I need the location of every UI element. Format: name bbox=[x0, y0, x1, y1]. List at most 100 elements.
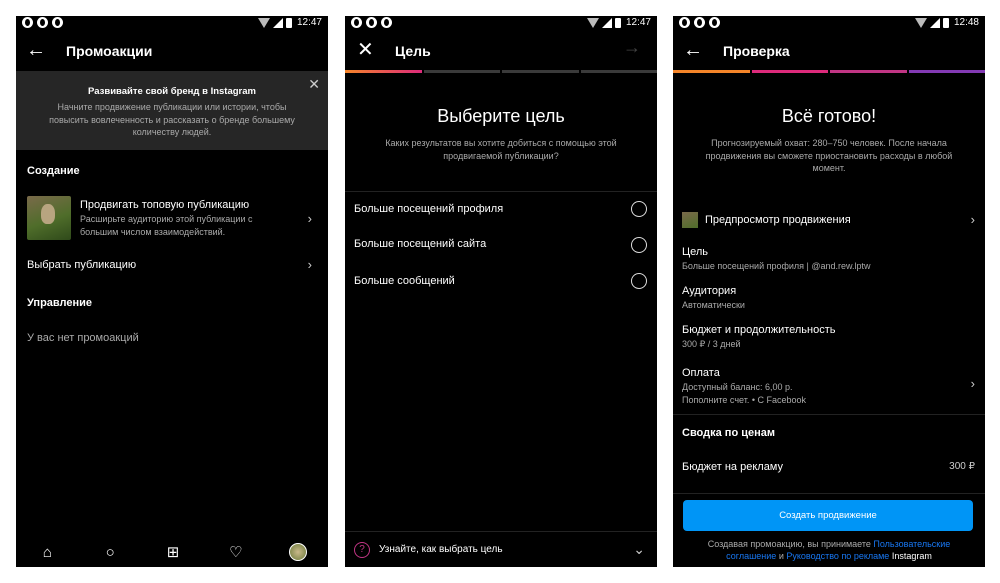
battery-icon bbox=[614, 17, 621, 28]
radio-button[interactable] bbox=[631, 273, 647, 289]
close-icon[interactable]: ✕ bbox=[308, 76, 320, 93]
heart-icon[interactable]: ♡ bbox=[226, 543, 246, 561]
status-time: 12:48 bbox=[953, 17, 979, 28]
ad-guidelines-link[interactable]: Руководство по рекламе bbox=[786, 551, 889, 561]
next-arrow-icon[interactable]: → bbox=[623, 37, 641, 58]
choose-post-label: Выбрать публикацию bbox=[27, 259, 137, 271]
divider bbox=[345, 191, 657, 192]
close-icon[interactable]: ✕ bbox=[357, 37, 374, 62]
budget-summary: Бюджет и продолжительность 300 ₽ / 3 дне… bbox=[682, 324, 975, 351]
progress-step bbox=[345, 70, 422, 73]
wifi-icon bbox=[586, 17, 599, 28]
status-time: 12:47 bbox=[296, 17, 322, 28]
progress-step bbox=[423, 70, 500, 73]
wifi-icon bbox=[257, 17, 270, 28]
divider bbox=[673, 493, 985, 494]
goal-heading: Выберите цель bbox=[437, 106, 565, 126]
preview-label: Предпросмотр продвижения bbox=[705, 214, 851, 226]
notification-icon bbox=[694, 17, 705, 28]
step-progress bbox=[345, 70, 657, 73]
promo-banner: Развивайте свой бренд в Instagram Начнит… bbox=[16, 71, 328, 150]
banner-text: Начните продвижение публикации или истор… bbox=[49, 102, 295, 137]
signal-icon bbox=[272, 17, 283, 28]
add-post-icon[interactable]: ⊞ bbox=[163, 543, 183, 561]
progress-step bbox=[908, 70, 985, 73]
battery-icon bbox=[285, 17, 292, 28]
chevron-right-icon: › bbox=[307, 211, 312, 226]
budget-label: Бюджет и продолжительность bbox=[682, 324, 836, 336]
payment-label: Оплата bbox=[682, 367, 720, 379]
notification-icon bbox=[351, 17, 362, 28]
battery-icon bbox=[942, 17, 949, 28]
status-bar: 12:47 bbox=[345, 16, 657, 31]
terms-suffix: Instagram bbox=[889, 551, 932, 561]
top-post-subtitle: Расширьте аудиторию этой публикации с бо… bbox=[80, 214, 253, 237]
goal-subheading: Каких результатов вы хотите добиться с п… bbox=[385, 138, 617, 161]
notification-icon bbox=[22, 17, 33, 28]
chevron-right-icon: › bbox=[307, 257, 312, 272]
option-label: Больше посещений сайта bbox=[354, 238, 487, 250]
radio-button[interactable] bbox=[631, 201, 647, 217]
back-arrow-icon[interactable]: ← bbox=[26, 39, 46, 61]
terms-and: и bbox=[776, 551, 787, 561]
progress-step bbox=[830, 70, 907, 73]
status-bar: 12:48 bbox=[673, 16, 985, 31]
audience-summary: Аудитория Автоматически bbox=[682, 285, 975, 312]
chevron-right-icon: › bbox=[970, 376, 975, 391]
option-label: Больше посещений профиля bbox=[354, 203, 504, 215]
chevron-down-icon: ⌄ bbox=[633, 541, 645, 557]
post-thumbnail bbox=[27, 196, 71, 240]
review-screen: 12:48 ← Проверка Всё готово! Прогнозируе… bbox=[673, 16, 985, 567]
help-label: Узнайте, как выбрать цель bbox=[379, 544, 503, 555]
status-time: 12:47 bbox=[625, 17, 651, 28]
page-title: Проверка bbox=[723, 43, 790, 59]
creation-heading: Создание bbox=[27, 165, 80, 177]
notification-icon bbox=[37, 17, 48, 28]
question-icon: ? bbox=[354, 542, 370, 558]
notification-icon bbox=[381, 17, 392, 28]
create-promotion-button[interactable]: Создать продвижение bbox=[683, 500, 973, 531]
budget-value: 300 ₽ / 3 дней bbox=[682, 339, 741, 349]
signal-icon bbox=[929, 17, 940, 28]
page-title: Цель bbox=[395, 43, 431, 59]
goal-label: Цель bbox=[682, 246, 709, 258]
progress-step bbox=[502, 70, 579, 73]
top-post-title: Продвигать топовую публикацию bbox=[80, 199, 250, 211]
ad-budget-label: Бюджет на рекламу bbox=[682, 461, 783, 473]
notification-icon bbox=[709, 17, 720, 28]
price-summary-heading: Сводка по ценам bbox=[682, 427, 775, 439]
reach-estimate: Прогнозируемый охват: 280–750 человек. П… bbox=[705, 138, 953, 173]
profile-avatar[interactable] bbox=[288, 543, 307, 561]
goal-summary: Цель Больше посещений профиля | @and.rew… bbox=[682, 246, 975, 273]
banner-title: Развивайте свой бренд в Instagram bbox=[88, 86, 256, 97]
audience-value: Автоматически bbox=[682, 300, 745, 310]
payment-topup: Пополните счет. • С Facebook bbox=[682, 395, 807, 405]
ready-heading: Всё готово! bbox=[781, 106, 877, 126]
app-bar: ✕ Цель → bbox=[345, 31, 657, 71]
terms-text: Создавая промоакцию, вы принимаете Польз… bbox=[687, 538, 971, 562]
page-title: Промоакции bbox=[66, 43, 153, 59]
search-icon[interactable]: ○ bbox=[100, 544, 120, 561]
bottom-navigation: ⌂ ○ ⊞ ♡ bbox=[16, 537, 328, 567]
status-bar: 12:47 bbox=[16, 16, 328, 31]
notification-icon bbox=[52, 17, 63, 28]
payment-row[interactable]: Оплата Доступный баланс: 6,00 р. Пополни… bbox=[682, 367, 975, 407]
terms-prefix: Создавая промоакцию, вы принимаете bbox=[707, 539, 874, 549]
divider bbox=[673, 414, 985, 415]
option-label: Больше сообщений bbox=[354, 275, 455, 287]
progress-step bbox=[751, 70, 828, 73]
ad-budget-value: 300 ₽ bbox=[949, 461, 975, 472]
chevron-right-icon: › bbox=[970, 212, 975, 227]
notification-icon bbox=[679, 17, 690, 28]
no-promotions-text: У вас нет промоакций bbox=[27, 332, 139, 344]
back-arrow-icon[interactable]: ← bbox=[683, 39, 703, 61]
promotions-screen: 12:47 ← Промоакции Развивайте свой бренд… bbox=[16, 16, 328, 567]
wifi-icon bbox=[914, 17, 927, 28]
payment-balance: Доступный баланс: 6,00 р. bbox=[682, 382, 793, 392]
radio-button[interactable] bbox=[631, 237, 647, 253]
notification-icon bbox=[366, 17, 377, 28]
help-choose-goal-row[interactable]: ? Узнайте, как выбрать цель ⌄ bbox=[345, 531, 657, 567]
home-icon[interactable]: ⌂ bbox=[37, 544, 57, 561]
progress-step bbox=[673, 70, 750, 73]
step-progress bbox=[673, 70, 985, 73]
